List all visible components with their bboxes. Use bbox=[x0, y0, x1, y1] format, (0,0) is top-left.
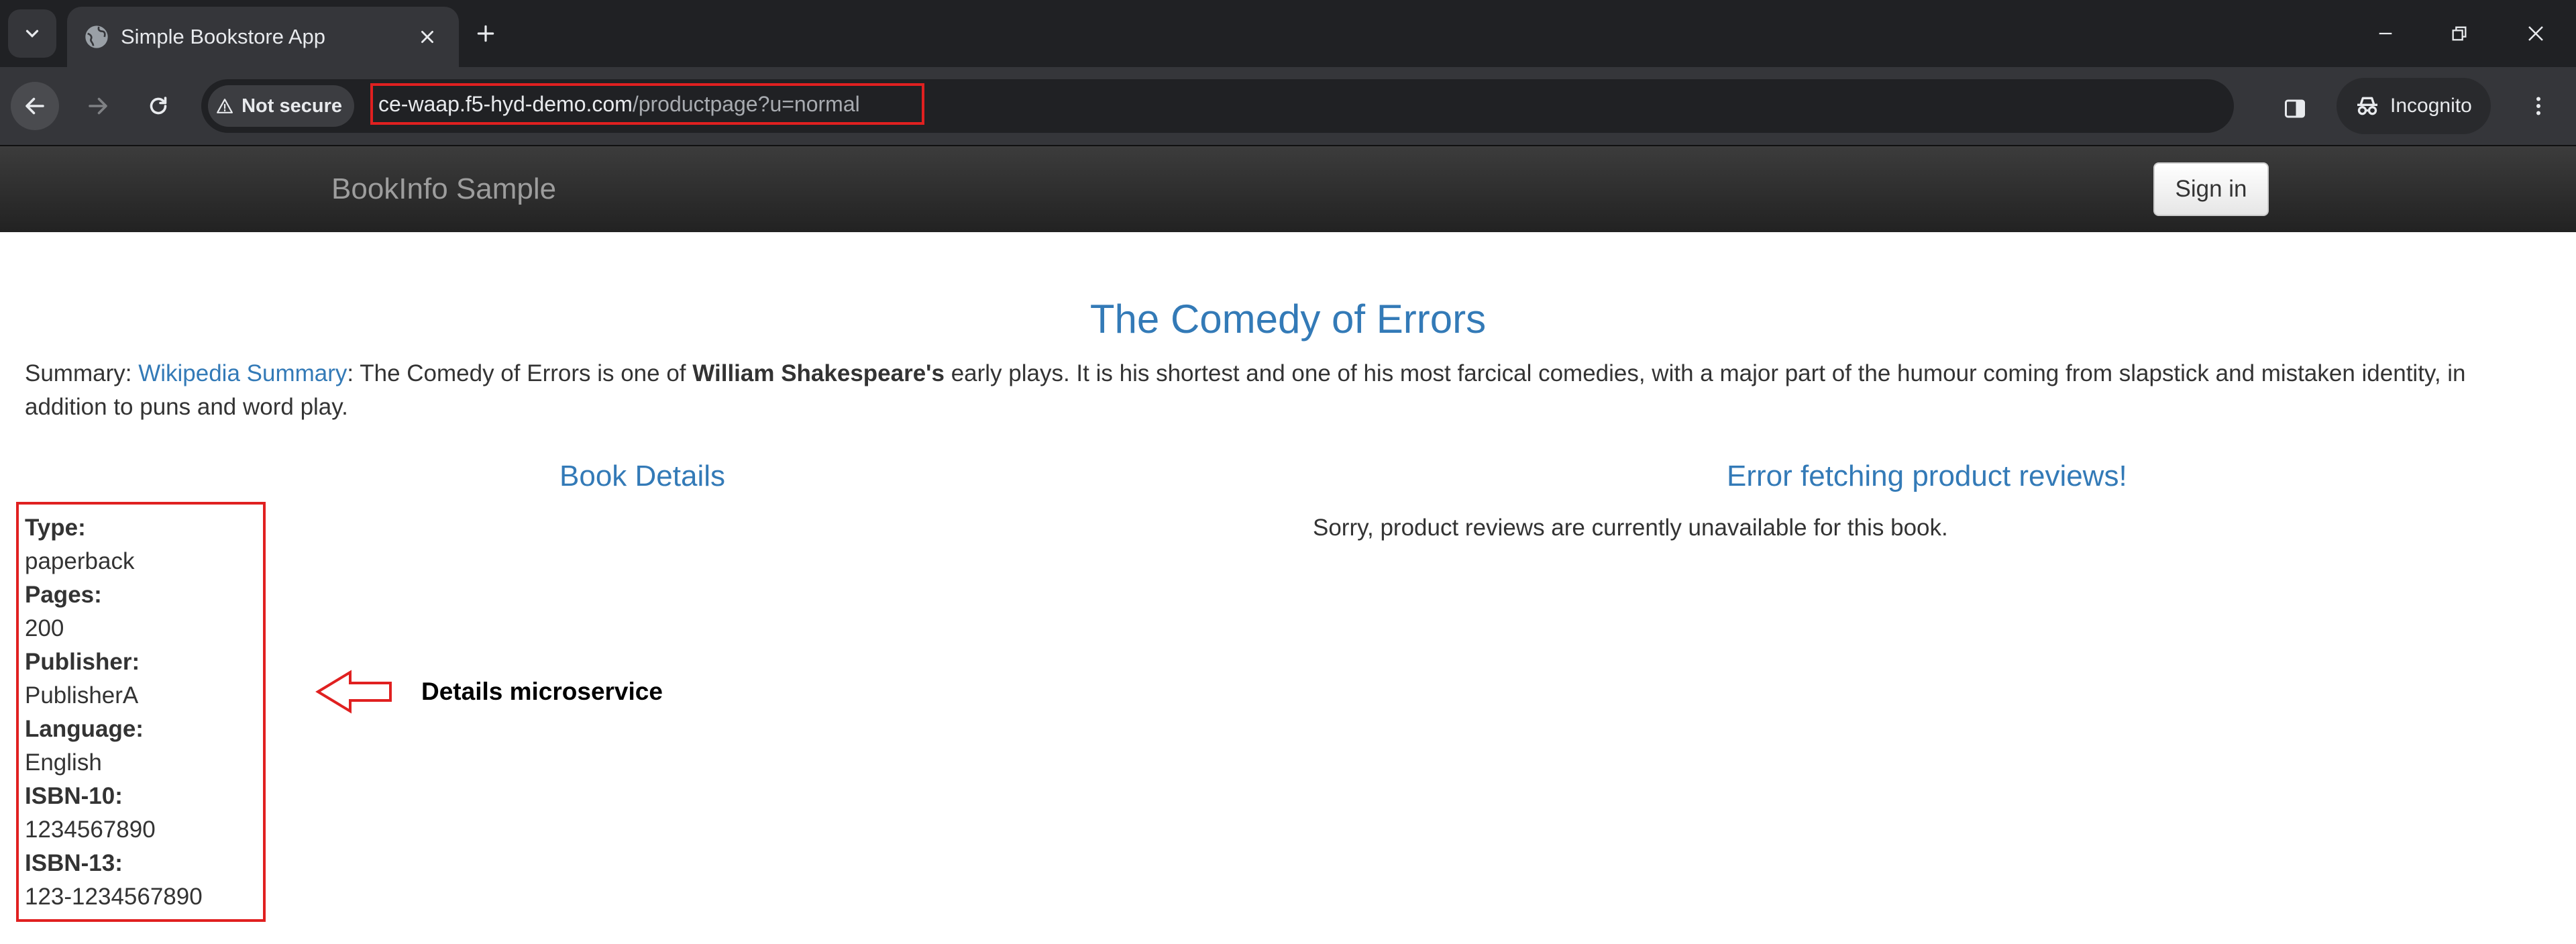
brand-link[interactable]: BookInfo Sample bbox=[331, 146, 556, 232]
new-tab-button[interactable] bbox=[470, 17, 502, 50]
detail-label: ISBN-13: bbox=[25, 850, 123, 876]
detail-value: 200 bbox=[25, 615, 64, 641]
back-button[interactable] bbox=[11, 82, 59, 130]
tab-close-button[interactable] bbox=[411, 21, 443, 53]
summary-text-1: : The Comedy of Errors is one of bbox=[347, 360, 693, 386]
minimize-icon bbox=[2379, 32, 2392, 35]
forward-button[interactable] bbox=[74, 82, 122, 130]
side-panel-button[interactable] bbox=[2279, 93, 2311, 125]
browser-menu-button[interactable] bbox=[2522, 90, 2555, 122]
browser-tab[interactable]: Simple Bookstore App bbox=[67, 7, 459, 67]
restore-icon bbox=[2452, 26, 2467, 41]
summary-author: William Shakespeare's bbox=[692, 360, 945, 386]
url-path: /productpage?u=normal bbox=[632, 91, 860, 116]
tab-search-button[interactable] bbox=[8, 9, 56, 58]
book-details-heading: Book Details bbox=[559, 460, 726, 492]
detail-label: ISBN-10: bbox=[25, 783, 123, 809]
detail-label: Pages: bbox=[25, 582, 102, 608]
close-icon bbox=[2528, 26, 2543, 41]
incognito-icon bbox=[2357, 97, 2377, 115]
url-text[interactable]: ce-waap.f5-hyd-demo.com/productpage?u=no… bbox=[370, 83, 924, 125]
minimize-button[interactable] bbox=[2367, 15, 2404, 52]
summary-prefix: Summary: bbox=[25, 360, 139, 386]
warning-icon bbox=[217, 99, 233, 113]
side-panel-icon bbox=[2285, 99, 2305, 118]
browser-tab-bar: Simple Bookstore App bbox=[0, 0, 2576, 67]
chevron-down-icon bbox=[25, 30, 39, 38]
url-host: ce-waap.f5-hyd-demo.com bbox=[378, 91, 633, 116]
book-title: The Comedy of Errors bbox=[1089, 297, 1487, 342]
profile-label: Incognito bbox=[2390, 95, 2472, 117]
address-bar[interactable]: Not secure ce-waap.f5-hyd-demo.com/produ… bbox=[201, 79, 2418, 133]
incognito-profile-button[interactable]: Incognito bbox=[2337, 78, 2491, 134]
book-summary: Summary: Wikipedia Summary: The Comedy o… bbox=[25, 357, 2534, 424]
restore-button[interactable] bbox=[2440, 15, 2478, 52]
wikipedia-summary-link[interactable]: Wikipedia Summary bbox=[138, 360, 347, 386]
reload-button[interactable] bbox=[134, 82, 182, 130]
security-label: Not secure bbox=[241, 95, 342, 117]
detail-value: 1234567890 bbox=[25, 817, 156, 843]
reviews-unavailable-message: Sorry, product reviews are currently una… bbox=[1313, 515, 1948, 541]
arrow-left-annotation-icon bbox=[315, 670, 392, 714]
arrow-right-icon bbox=[89, 97, 107, 115]
browser-toolbar: Not secure ce-waap.f5-hyd-demo.com/produ… bbox=[0, 67, 2576, 145]
globe-icon bbox=[85, 25, 108, 48]
more-vertical-icon bbox=[2536, 97, 2540, 115]
detail-value: paperback bbox=[25, 548, 135, 574]
detail-value: English bbox=[25, 749, 102, 776]
close-window-button[interactable] bbox=[2517, 15, 2555, 52]
book-details-list: Type: paperback Pages: 200 Publisher: Pu… bbox=[25, 511, 203, 914]
annotation-label: Details microservice bbox=[421, 678, 663, 705]
close-icon bbox=[421, 31, 433, 43]
sign-in-button[interactable]: Sign in bbox=[2153, 162, 2269, 216]
detail-label: Language: bbox=[25, 716, 144, 742]
detail-label: Type: bbox=[25, 515, 86, 541]
site-security-chip[interactable]: Not secure bbox=[208, 85, 354, 127]
arrow-left-icon bbox=[25, 97, 44, 115]
detail-label: Publisher: bbox=[25, 649, 140, 675]
reload-icon bbox=[150, 97, 167, 115]
tab-title: Simple Bookstore App bbox=[121, 25, 326, 48]
app-navbar: BookInfo Sample Sign in bbox=[0, 145, 2576, 232]
plus-icon bbox=[477, 25, 494, 42]
detail-value: 123-1234567890 bbox=[25, 884, 203, 910]
reviews-error-heading: Error fetching product reviews! bbox=[1727, 460, 2127, 492]
detail-value: PublisherA bbox=[25, 682, 139, 709]
